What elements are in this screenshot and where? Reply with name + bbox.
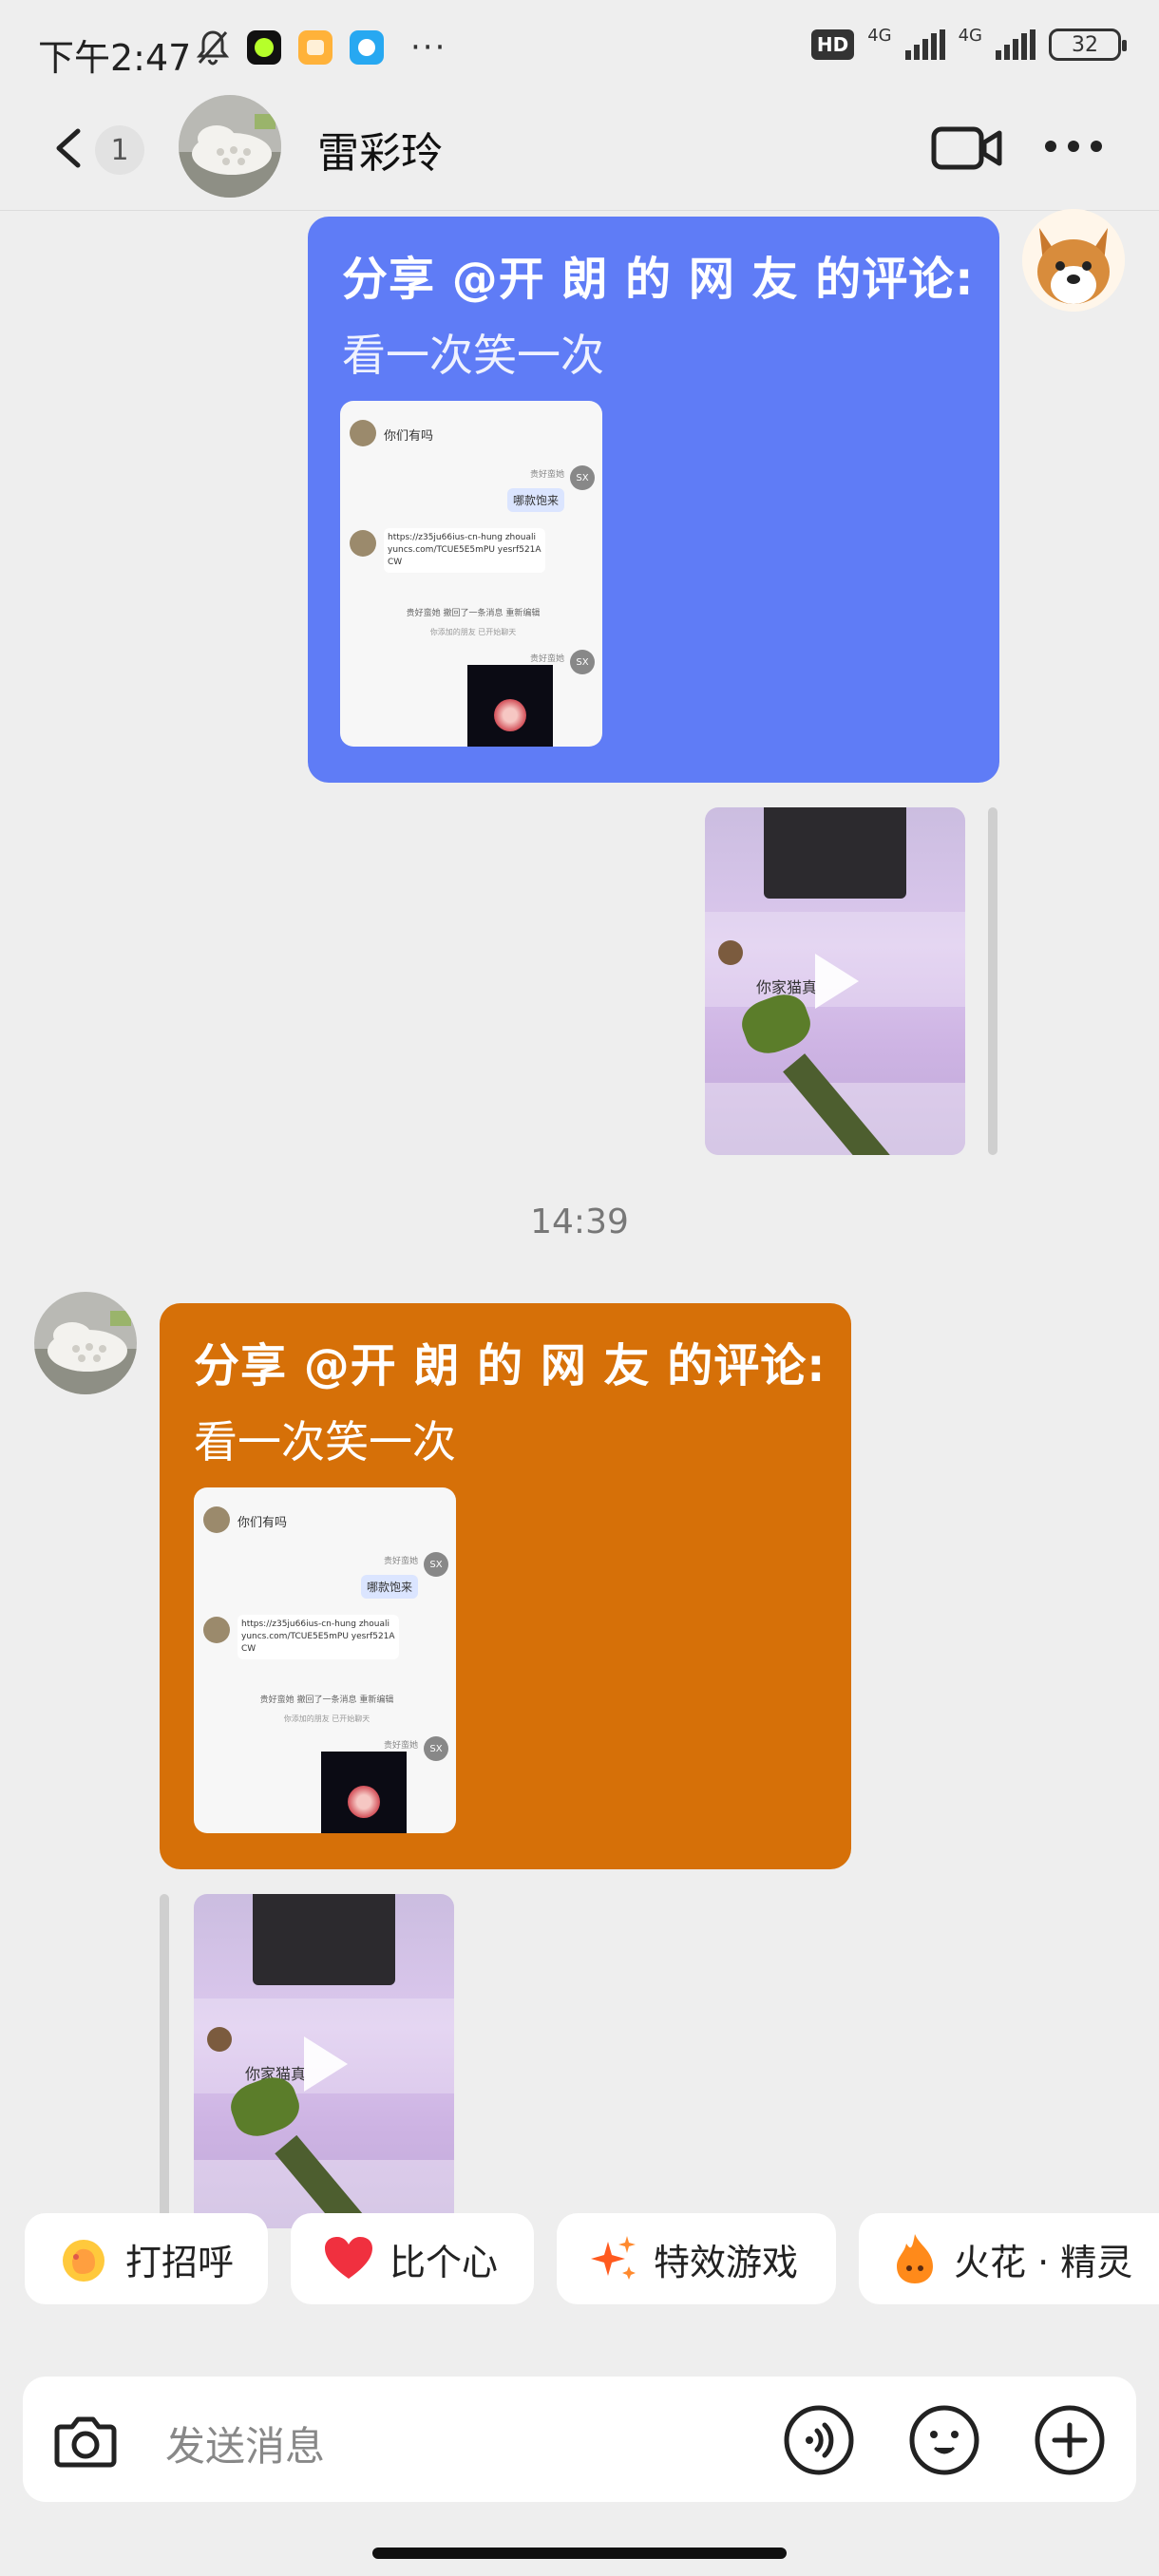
mute-bell-icon [196, 30, 230, 66]
thumb-text: 哪款饱来 [360, 1575, 418, 1599]
heart-icon [325, 2237, 372, 2279]
scroll-indicator [988, 807, 998, 1155]
app-notification-icon [298, 30, 332, 65]
back-arrow-icon[interactable] [46, 120, 93, 177]
message-input[interactable]: 发送消息 [165, 2415, 325, 2472]
shared-comment-bubble[interactable]: 分享 @开 朗 的 网 友 的评论: 看一次笑一次 你们有吗 贵好蛮她 SX 哪… [308, 217, 999, 783]
play-icon[interactable] [296, 2031, 353, 2097]
app-notification-icon [350, 30, 384, 65]
thumb-text: 哪款饱来 [506, 488, 564, 512]
status-time: 下午2:47 [38, 37, 192, 79]
share-title: 分享 @开 朗 的 网 友 的评论: [342, 253, 975, 306]
thumb-text: 你们有吗 [238, 1516, 288, 1530]
status-left-icons: ··· [196, 28, 446, 66]
home-indicator[interactable] [372, 2548, 787, 2559]
thumb-sender: 贵好蛮她 [529, 470, 564, 480]
shared-comment-bubble[interactable]: 分享 @开 朗 的 网 友 的评论: 看一次笑一次 你们有吗 贵好蛮她 SX 哪… [160, 1303, 851, 1869]
thumb-sender: 贵好蛮她 [383, 1741, 418, 1751]
app-notification-icon [247, 30, 281, 65]
camera-icon[interactable] [49, 2404, 122, 2476]
scroll-indicator [160, 1894, 169, 2228]
message-input-bar: 发送消息 [23, 2377, 1136, 2502]
signal-icon [996, 29, 1036, 60]
thumb-notice: 你添加的朋友 已开始聊天 [283, 1714, 370, 1723]
thumb-notice: 你添加的朋友 已开始聊天 [429, 628, 517, 636]
sticker-badge: SX [424, 1552, 448, 1577]
network-type: 4G [867, 25, 892, 46]
video-call-icon[interactable] [931, 122, 1003, 175]
signal-icon [904, 29, 945, 60]
network-type: 4G [958, 25, 982, 46]
quick-action-spark[interactable]: 火花 · 精灵 [859, 2213, 1159, 2304]
quick-action-label: 比个心 [390, 2241, 499, 2283]
more-options-icon[interactable] [1045, 141, 1112, 160]
quick-action-label: 特效游戏 [654, 2241, 799, 2283]
sparkles-icon [591, 2236, 636, 2280]
message-timestamp: 14:39 [530, 1203, 629, 1241]
share-title: 分享 @开 朗 的 网 友 的评论: [194, 1339, 826, 1392]
contact-name: 雷彩玲 [317, 129, 443, 178]
share-text: 看一次笑一次 [194, 1416, 456, 1468]
battery-level: 32 [1072, 32, 1098, 57]
status-bar: 下午2:47 ··· HD 4G 4G 32 [0, 0, 1159, 95]
video-message[interactable]: 你家猫真 [705, 807, 965, 1155]
flame-icon [897, 2234, 933, 2283]
thumb-sender: 贵好蛮她 [529, 654, 564, 664]
quick-action-label: 火花 · 精灵 [954, 2241, 1133, 2283]
shared-screenshot-thumbnail[interactable]: 你们有吗 贵好蛮她 SX 哪款饱来 https://z35ju66ius-cn-… [340, 401, 602, 747]
chat-header: 1 雷彩玲 [0, 95, 1159, 211]
battery-icon: 32 [1049, 28, 1127, 61]
quick-action-wave[interactable]: 打招呼 [25, 2213, 268, 2304]
play-icon[interactable] [808, 948, 864, 1014]
unread-count-badge[interactable]: 1 [95, 125, 144, 175]
thumb-notice: 贵好蛮她 撤回了一条消息 重新编辑 [406, 609, 541, 618]
add-more-icon[interactable] [1034, 2404, 1106, 2476]
thumb-notice: 贵好蛮她 撤回了一条消息 重新编辑 [259, 1695, 394, 1705]
hd-badge: HD [810, 29, 855, 60]
thumb-sender: 贵好蛮她 [383, 1557, 418, 1566]
quick-action-label: 打招呼 [125, 2241, 235, 2283]
quick-action-effects[interactable]: 特效游戏 [557, 2213, 836, 2304]
video-message[interactable]: 你家猫真 [194, 1894, 454, 2228]
shared-screenshot-thumbnail[interactable]: 你们有吗 贵好蛮她 SX 哪款饱来 https://z35ju66ius-cn-… [194, 1487, 456, 1833]
voice-icon[interactable] [783, 2404, 855, 2476]
thumb-image [467, 665, 553, 747]
share-text: 看一次笑一次 [342, 330, 604, 381]
sticker-badge: SX [570, 650, 595, 674]
thumb-text: 你们有吗 [384, 429, 434, 444]
sticker-badge: SX [570, 465, 595, 490]
contact-avatar[interactable] [34, 1292, 137, 1394]
emoji-icon[interactable] [908, 2404, 980, 2476]
thumb-link: https://z35ju66ius-cn-hung zhouali yuncs… [238, 1615, 399, 1659]
quick-action-heart[interactable]: 比个心 [291, 2213, 534, 2304]
sticker-badge: SX [424, 1736, 448, 1761]
thumb-link: https://z35ju66ius-cn-hung zhouali yuncs… [384, 528, 545, 573]
thumb-image [321, 1752, 407, 1833]
contact-avatar[interactable] [179, 95, 281, 198]
status-right-icons: HD 4G 4G 32 [810, 25, 1127, 61]
my-avatar[interactable] [1022, 209, 1125, 312]
wave-hand-icon [63, 2240, 104, 2282]
more-notifications-icon: ··· [410, 28, 447, 66]
